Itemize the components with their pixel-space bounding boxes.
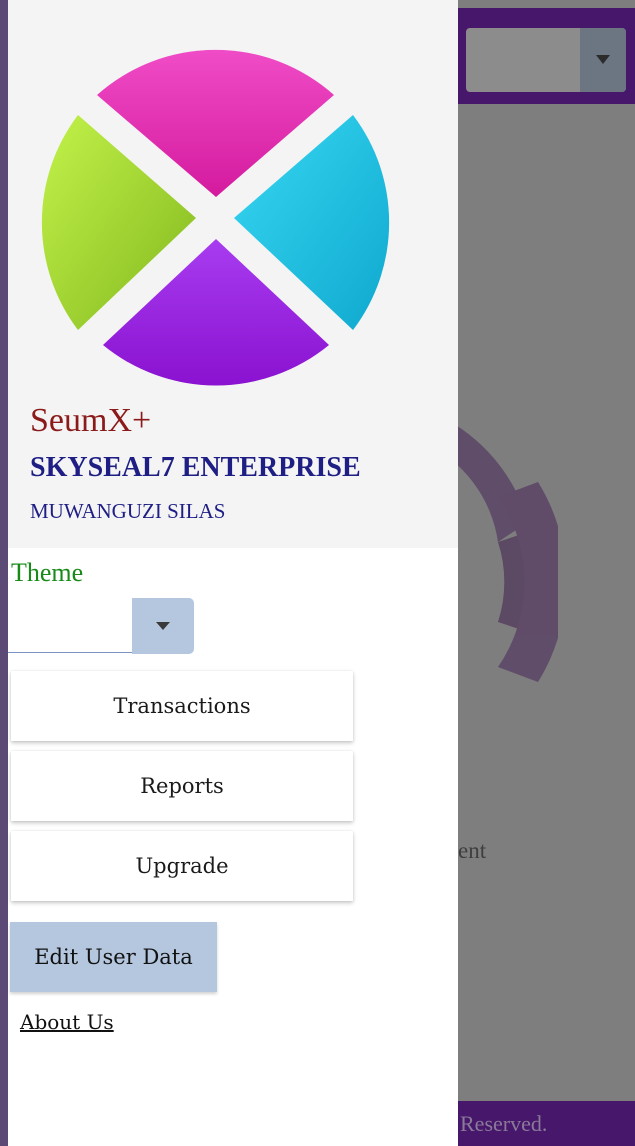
background-content-text: ent — [458, 838, 487, 863]
background-app-header — [458, 8, 635, 104]
theme-select[interactable] — [8, 598, 194, 654]
background-app-overlay[interactable]: ent Reserved. — [458, 0, 635, 1146]
theme-select-field[interactable] — [8, 598, 132, 653]
theme-dropdown-button[interactable] — [132, 598, 194, 654]
upgrade-button[interactable]: Upgrade — [11, 831, 353, 901]
app-name: SeumX+ — [30, 402, 152, 439]
reports-button[interactable]: Reports — [11, 751, 353, 821]
chevron-down-icon[interactable] — [580, 28, 626, 92]
about-us-link[interactable]: About Us — [20, 1010, 114, 1034]
drawer-header: SeumX+ SKYSEAL7 ENTERPRISE MUWANGUZI SIL… — [8, 0, 458, 548]
footer-text: Reserved. — [460, 1111, 548, 1136]
background-logo-icon — [458, 426, 558, 682]
background-app-footer: Reserved. — [458, 1101, 635, 1146]
navigation-drawer: SeumX+ SKYSEAL7 ENTERPRISE MUWANGUZI SIL… — [8, 0, 458, 1146]
edit-user-data-button[interactable]: Edit User Data — [10, 922, 217, 992]
left-edge-strip — [0, 0, 8, 1146]
chevron-down-icon — [156, 621, 170, 630]
company-name: SKYSEAL7 ENTERPRISE — [30, 452, 361, 483]
transactions-button[interactable]: Transactions — [11, 671, 353, 741]
user-name: MUWANGUZI SILAS — [30, 499, 226, 523]
brand-logo-icon — [41, 49, 390, 386]
theme-label: Theme — [11, 558, 84, 587]
header-select[interactable] — [466, 28, 626, 92]
